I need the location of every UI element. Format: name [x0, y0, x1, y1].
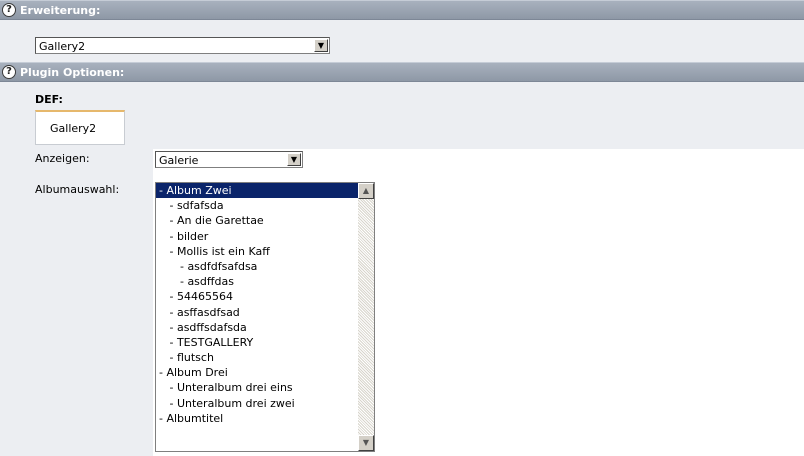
- list-item[interactable]: - flutsch: [156, 350, 374, 365]
- anzeigen-label: Anzeigen:: [35, 152, 90, 165]
- list-item[interactable]: - 54465564: [156, 289, 374, 304]
- anzeigen-select[interactable]: Galerie ▼: [155, 151, 303, 168]
- list-item[interactable]: - asdfdfsafdsa: [156, 259, 374, 274]
- help-icon[interactable]: ?: [2, 65, 16, 79]
- list-item[interactable]: - sdfafsda: [156, 198, 374, 213]
- list-item[interactable]: - Unteralbum drei zwei: [156, 396, 374, 411]
- scroll-down-icon[interactable]: ▼: [358, 435, 374, 451]
- def-label: DEF:: [35, 93, 63, 106]
- section-title: Plugin Optionen:: [20, 66, 125, 79]
- list-item[interactable]: - bilder: [156, 229, 374, 244]
- albumauswahl-label: Albumauswahl:: [35, 183, 120, 196]
- extension-select[interactable]: Gallery2 ▼: [35, 37, 330, 54]
- list-item[interactable]: - TESTGALLERY: [156, 335, 374, 350]
- section-header-erweiterung: ? Erweiterung:: [0, 0, 804, 20]
- left-strip: [0, 82, 8, 456]
- section-header-plugin-optionen: ? Plugin Optionen:: [0, 62, 804, 82]
- list-item[interactable]: - Albumtitel: [156, 411, 374, 426]
- help-icon[interactable]: ?: [2, 3, 16, 17]
- scroll-up-icon[interactable]: ▲: [358, 183, 374, 199]
- section-title: Erweiterung:: [20, 4, 101, 17]
- tab-gallery2-label: Gallery2: [50, 122, 97, 135]
- anzeigen-select-value: Galerie: [159, 154, 199, 167]
- chevron-down-icon[interactable]: ▼: [287, 153, 301, 166]
- chevron-down-icon[interactable]: ▼: [314, 39, 328, 52]
- list-item[interactable]: - An die Garettae: [156, 213, 374, 228]
- list-item[interactable]: - Mollis ist ein Kaff: [156, 244, 374, 259]
- list-item[interactable]: - asdffdas: [156, 274, 374, 289]
- list-item[interactable]: - asdffsdafsda: [156, 320, 374, 335]
- album-listbox[interactable]: - Album Zwei - sdfafsda - An die Garetta…: [155, 182, 375, 452]
- list-item[interactable]: - Album Drei: [156, 365, 374, 380]
- list-item[interactable]: - Album Zwei: [156, 183, 374, 199]
- def-row: [8, 82, 804, 149]
- list-item[interactable]: - Unteralbum drei eins: [156, 380, 374, 395]
- album-list: - Album Zwei - sdfafsda - An die Garetta…: [156, 183, 374, 426]
- scrollbar[interactable]: ▲ ▼: [358, 183, 374, 451]
- extension-select-value: Gallery2: [39, 40, 86, 53]
- list-item[interactable]: - asffasdfsad: [156, 305, 374, 320]
- tab-gallery2[interactable]: Gallery2: [35, 110, 125, 145]
